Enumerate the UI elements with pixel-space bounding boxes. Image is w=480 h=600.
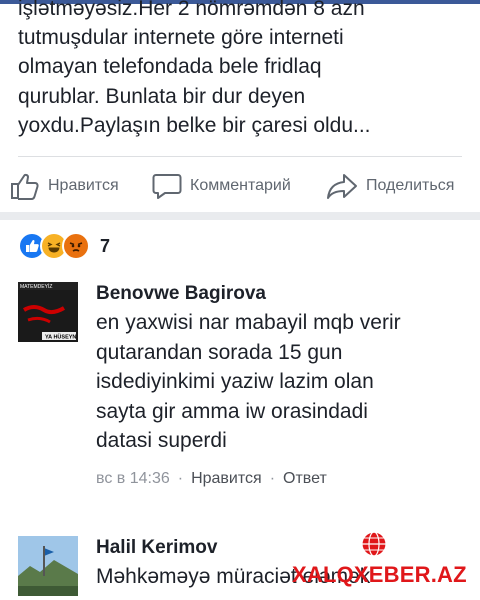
comment-author[interactable]: Benovwe Bagirova	[96, 282, 476, 306]
like-label: Нравится	[48, 177, 119, 194]
comment-body: Benovwe Bagirova en yaxwisi nar mabayil …	[96, 282, 476, 488]
comment-author[interactable]: Halil Kerimov	[96, 536, 476, 560]
like-button[interactable]: Нравится	[10, 162, 119, 210]
avatar-banner: YA HÜSEYN	[45, 334, 76, 341]
share-arrow-icon	[326, 172, 358, 200]
globe-icon	[360, 530, 388, 558]
comment-line: isdediyinkimi yaziw lazim olan	[96, 370, 374, 393]
post-line: yoxdu.Paylaşın belke bir çaresi oldu...	[18, 113, 371, 137]
post-actions: Нравится Комментарий Поделиться	[0, 162, 480, 210]
comment-line: en yaxwisi nar mabayil mqb verir	[96, 311, 401, 334]
avatar[interactable]: MATEMDEYİZ YA HÜSEYN	[18, 282, 78, 342]
comment-timestamp: вс в 14:36	[96, 469, 170, 487]
comment-reply-link[interactable]: Ответ	[283, 470, 327, 488]
comment-meta: вс в 14:36 · Нравится · Ответ	[96, 470, 476, 488]
watermark: XALQXEBER.AZ	[292, 562, 467, 587]
speech-bubble-icon	[152, 172, 182, 200]
comment-text: en yaxwisi nar mabayil mqb verir qutaran…	[96, 308, 476, 456]
comment-label: Комментарий	[190, 177, 291, 194]
comment-button[interactable]: Комментарий	[152, 162, 291, 210]
reaction-count: 7	[100, 235, 111, 256]
comment-line: sayta gir amma iw orasindadi	[96, 399, 368, 423]
post-text: işlətməyəsiz.Her 2 nömrəmdən 8 azn tutmu…	[18, 0, 468, 140]
share-label: Поделиться	[366, 177, 455, 194]
section-separator	[0, 212, 480, 220]
avatar-caption: MATEMDEYİZ	[20, 283, 52, 290]
post-line: tutmuşdular internete göre interneti	[18, 26, 344, 50]
post-line: işlətməyəsiz.Her 2 nömrəmdən 8 azn	[18, 0, 365, 20]
reactions-summary[interactable]: 7	[18, 232, 110, 260]
avatar[interactable]	[18, 536, 78, 596]
comment-line: qutarandan sorada 15 gun	[96, 340, 343, 364]
meta-separator: ·	[269, 469, 276, 487]
post-line: olmayan telefondada bele fridlaq	[18, 55, 322, 79]
thumbs-up-icon	[10, 172, 40, 200]
meta-separator: ·	[177, 469, 184, 487]
comment-item: MATEMDEYİZ YA HÜSEYN Benovwe Bagirova en…	[18, 282, 468, 502]
post-line: qurublar. Bunlata bir dur deyen	[18, 84, 306, 108]
divider	[18, 156, 462, 157]
comment-line: datasi superdi	[96, 429, 227, 452]
share-button[interactable]: Поделиться	[326, 162, 454, 210]
angry-reaction-icon	[62, 232, 90, 260]
comment-like-link[interactable]: Нравится	[191, 470, 262, 488]
